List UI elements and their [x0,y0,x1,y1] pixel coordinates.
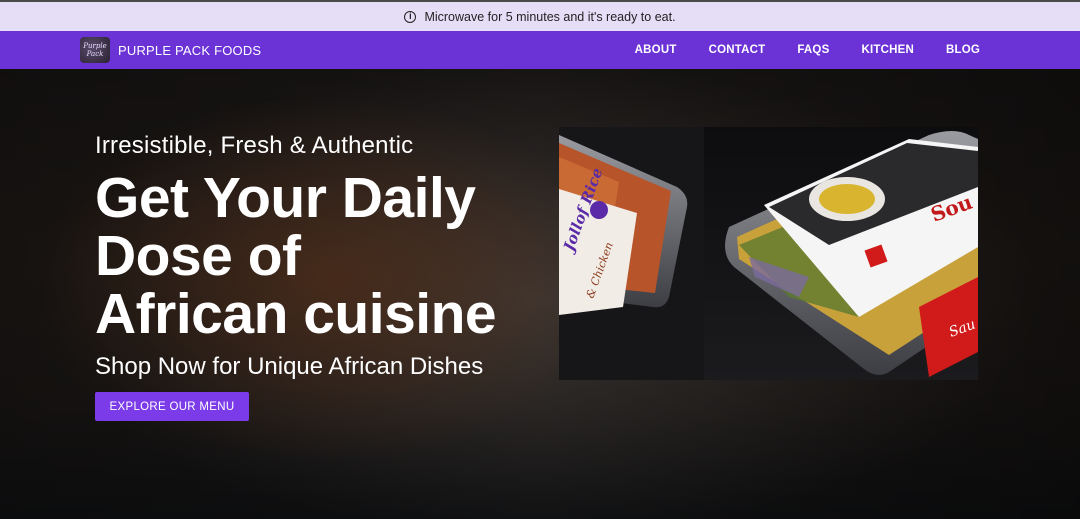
headline-line-2: Dose of [95,224,301,288]
nav-kitchen[interactable]: KITCHEN [861,44,914,56]
nav-faqs[interactable]: FAQS [797,44,829,56]
info-icon: i [404,10,417,23]
brand-name: PURPLE PACK FOODS [118,42,262,58]
announcement-bar: i Microwave for 5 minutes and it's ready… [0,2,1080,31]
nav-links: ABOUT CONTACT FAQS KITCHEN BLOG [603,31,980,69]
hero-headline: Get Your Daily Dose of African cuisine [95,169,565,343]
explore-menu-button[interactable]: EXPLORE OUR MENU [95,392,249,421]
announcement-text: Microwave for 5 minutes and it's ready t… [424,9,676,24]
nav-blog[interactable]: BLOG [946,44,980,56]
nav-contact[interactable]: CONTACT [709,44,766,56]
meal-trays-image: Jollof Rice & Chicken Sou Sau [559,127,978,380]
hero-subhead: Shop Now for Unique African Dishes [95,353,484,380]
headline-line-1: Get Your Daily [95,166,476,230]
brand-home-link[interactable]: Purple Pack PURPLE PACK FOODS [80,37,261,63]
hero-section: Irresistible, Fresh & Authentic Get Your… [0,69,1080,519]
headline-line-3: African cuisine [95,282,497,346]
main-navbar: Purple Pack PURPLE PACK FOODS ABOUT CONTA… [0,31,1080,69]
hero-eyebrow: Irresistible, Fresh & Authentic [95,132,414,159]
nav-about[interactable]: ABOUT [635,44,677,56]
brand-logo: Purple Pack [80,37,110,63]
